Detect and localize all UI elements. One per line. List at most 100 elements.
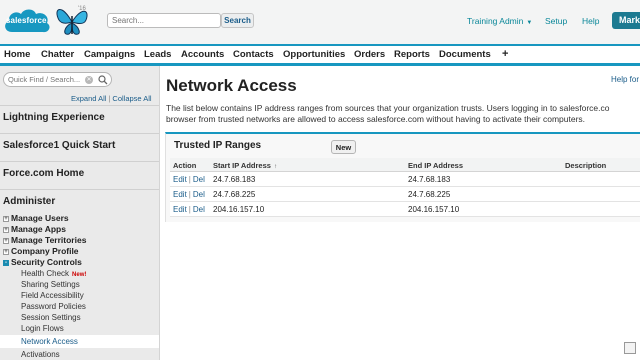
sidebar-item-session-settings[interactable]: Session Settings: [21, 313, 81, 322]
new-badge: New!: [72, 272, 87, 278]
row-actions: Edit | Del: [173, 190, 205, 199]
end-ip-cell: 24.7.68.225: [408, 190, 451, 199]
sidebar-section-salesforce1[interactable]: Salesforce1 Quick Start: [3, 140, 115, 151]
start-ip-cell: 204.16.157.10: [213, 205, 265, 214]
all-tabs-plus-icon[interactable]: +: [502, 48, 508, 60]
separator: |: [188, 190, 191, 199]
logo-text: salesforce: [6, 16, 47, 25]
release-tag: '16: [78, 6, 86, 12]
table-row: Edit | Del 204.16.157.10 204.16.157.10: [170, 202, 640, 217]
quick-find-input[interactable]: [3, 72, 112, 87]
trusted-ip-ranges-panel: Trusted IP Ranges New Action Start IP Ad…: [165, 132, 640, 222]
tab-reports[interactable]: Reports: [394, 49, 430, 60]
page-description: The list below contains IP address range…: [166, 103, 640, 125]
tab-leads[interactable]: Leads: [144, 49, 171, 60]
end-ip-cell: 204.16.157.10: [408, 205, 460, 214]
edit-link[interactable]: Edit: [173, 190, 187, 199]
edit-link[interactable]: Edit: [173, 175, 187, 184]
delete-link[interactable]: Del: [193, 175, 205, 184]
tab-home[interactable]: Home: [4, 49, 30, 60]
tab-documents[interactable]: Documents: [439, 49, 491, 60]
expand-icon[interactable]: +: [3, 249, 9, 255]
sidebar-section-forcecom-home[interactable]: Force.com Home: [3, 168, 84, 179]
clear-icon[interactable]: ✕: [85, 76, 93, 84]
table-header: Action Start IP Address ↑ End IP Address …: [170, 158, 640, 172]
search-button[interactable]: Search: [221, 13, 254, 28]
sidebar-section-lightning[interactable]: Lightning Experience: [3, 112, 105, 123]
chevron-down-icon: ▼: [526, 20, 533, 26]
sidebar-group-manage-territories[interactable]: + Manage Territories: [3, 235, 86, 245]
separator: |: [188, 205, 191, 214]
user-menu[interactable]: Training Admin ▼: [467, 16, 532, 26]
sidebar-group-security-controls[interactable]: - Security Controls: [3, 257, 82, 267]
sidebar-item-label: Network Access: [21, 337, 78, 346]
collapse-all-link[interactable]: Collapse All: [112, 94, 151, 103]
separator: |: [108, 94, 111, 103]
sidebar-item-activations[interactable]: Activations: [21, 350, 60, 359]
help-for-page-link[interactable]: Help for: [611, 75, 639, 84]
divider: [0, 105, 159, 106]
sidebar-item-health-check[interactable]: Health Check New!: [21, 269, 86, 278]
sidebar-group-label: Company Profile: [11, 246, 79, 256]
sidebar-item-field-accessibility[interactable]: Field Accessibility: [21, 291, 84, 300]
start-ip-cell: 24.7.68.225: [213, 190, 256, 199]
table-row: Edit | Del 24.7.68.225 24.7.68.225: [170, 187, 640, 202]
sidebar-item-login-flows[interactable]: Login Flows: [21, 324, 64, 333]
tab-contacts[interactable]: Contacts: [233, 49, 274, 60]
description-line: The list below contains IP address range…: [166, 103, 610, 113]
sidebar-group-label: Security Controls: [11, 257, 82, 267]
column-header-start-ip[interactable]: Start IP Address ↑: [213, 161, 277, 170]
sidebar-group-manage-users[interactable]: + Manage Users: [3, 213, 69, 223]
sidebar-group-company-profile[interactable]: + Company Profile: [3, 246, 79, 256]
table-row: Edit | Del 24.7.68.183 24.7.68.183: [170, 172, 640, 187]
delete-link[interactable]: Del: [193, 205, 205, 214]
divider: [0, 189, 159, 190]
edit-link[interactable]: Edit: [173, 205, 187, 214]
global-search-input[interactable]: [107, 13, 221, 28]
expand-collapse-row: Expand All | Collapse All: [71, 94, 152, 103]
sidebar-item-label: Health Check: [21, 269, 70, 278]
sidebar-item-network-access[interactable]: Network Access: [0, 335, 159, 348]
panel-title: Trusted IP Ranges: [174, 140, 262, 151]
sidebar-group-label: Manage Territories: [11, 235, 87, 245]
setup-sidebar: ✕ Expand All|Collapse All Lightning Expe…: [0, 66, 160, 360]
expand-icon[interactable]: +: [3, 216, 9, 222]
divider: [0, 161, 159, 162]
tab-accounts[interactable]: Accounts: [181, 49, 224, 60]
sidebar-item-sharing-settings[interactable]: Sharing Settings: [21, 280, 80, 289]
expand-icon[interactable]: +: [3, 227, 9, 233]
row-actions: Edit | Del: [173, 175, 205, 184]
end-ip-cell: 24.7.68.183: [408, 175, 451, 184]
scroll-corner-icon[interactable]: [624, 342, 636, 354]
tab-campaigns[interactable]: Campaigns: [84, 49, 135, 60]
divider: [0, 133, 159, 134]
tab-orders[interactable]: Orders: [354, 49, 385, 60]
help-link[interactable]: Help: [582, 16, 599, 26]
start-ip-cell: 24.7.68.183: [213, 175, 256, 184]
column-header-action: Action: [173, 161, 197, 170]
sidebar-group-label: Manage Users: [11, 213, 69, 223]
row-actions: Edit | Del: [173, 205, 205, 214]
delete-link[interactable]: Del: [193, 190, 205, 199]
separator: |: [188, 175, 191, 184]
column-header-end-ip[interactable]: End IP Address: [408, 161, 463, 170]
sidebar-group-manage-apps[interactable]: + Manage Apps: [3, 224, 66, 234]
column-header-description[interactable]: Description: [565, 161, 606, 170]
collapse-icon[interactable]: -: [3, 260, 9, 266]
tab-opportunities[interactable]: Opportunities: [283, 49, 345, 60]
search-icon[interactable]: [98, 75, 108, 85]
tab-chatter[interactable]: Chatter: [41, 49, 74, 60]
tab-bar: Home Chatter Campaigns Leads Accounts Co…: [0, 44, 640, 66]
sidebar-group-label: Manage Apps: [11, 224, 66, 234]
app-menu-button[interactable]: Mark: [612, 12, 640, 29]
sidebar-section-administer: Administer: [3, 196, 56, 207]
column-header-label: Start IP Address: [213, 161, 271, 170]
expand-all-link[interactable]: Expand All: [71, 94, 106, 103]
new-button[interactable]: New: [331, 140, 356, 154]
sidebar-item-password-policies[interactable]: Password Policies: [21, 302, 86, 311]
expand-icon[interactable]: +: [3, 238, 9, 244]
butterfly-icon: [56, 9, 88, 35]
setup-link[interactable]: Setup: [545, 16, 567, 26]
description-line: browser from trusted networks are allowe…: [166, 114, 586, 124]
page-title: Network Access: [166, 76, 297, 95]
